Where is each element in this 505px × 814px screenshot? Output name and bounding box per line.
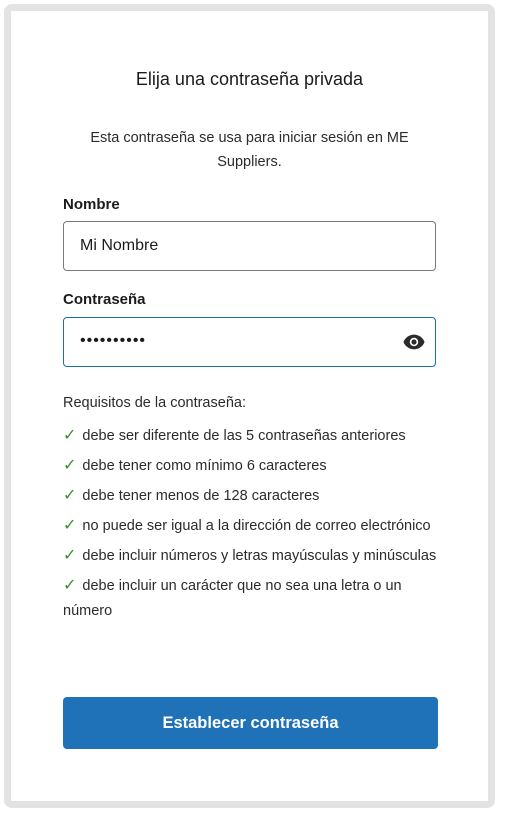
check-icon: ✓ bbox=[63, 517, 77, 534]
requirement-text: no puede ser igual a la dirección de cor… bbox=[82, 518, 431, 534]
password-label: Contraseña bbox=[63, 291, 146, 308]
password-card: Elija una contraseña privada Esta contra… bbox=[11, 11, 488, 801]
set-password-button[interactable]: Establecer contraseña bbox=[63, 697, 438, 749]
requirement-item: ✓ debe incluir números y letras mayúscula… bbox=[63, 543, 443, 569]
requirement-text: debe ser diferente de las 5 contraseñas … bbox=[82, 428, 406, 444]
dialog-frame: Elija una contraseña privada Esta contra… bbox=[4, 4, 495, 808]
page-title: Elija una contraseña privada bbox=[135, 69, 364, 89]
password-masked-value: •••••••••• bbox=[80, 332, 147, 349]
requirement-item: ✓ debe ser diferente de las 5 contraseñas… bbox=[63, 423, 443, 449]
check-icon: ✓ bbox=[63, 547, 77, 564]
requirement-item: ✓ debe tener menos de 128 caracteres bbox=[63, 483, 443, 509]
eye-icon[interactable] bbox=[403, 333, 425, 351]
check-icon: ✓ bbox=[63, 427, 77, 444]
requirement-text: debe incluir números y letras mayúsculas… bbox=[82, 548, 437, 564]
requirements-title: Requisitos de la contraseña: bbox=[63, 395, 246, 411]
requirement-text: debe tener como mínimo 6 caracteres bbox=[82, 458, 327, 474]
password-input[interactable]: •••••••••• bbox=[63, 317, 436, 367]
requirement-text: debe incluir un carácter que no sea una … bbox=[63, 578, 402, 619]
requirement-item: ✓ debe incluir un carácter que no sea una… bbox=[63, 573, 443, 624]
name-input[interactable] bbox=[63, 221, 436, 271]
name-label: Nombre bbox=[63, 196, 120, 213]
requirement-item: ✓ no puede ser igual a la dirección de co… bbox=[63, 513, 443, 539]
requirements-list: ✓ debe ser diferente de las 5 contraseñas… bbox=[63, 423, 443, 628]
check-icon: ✓ bbox=[63, 577, 77, 594]
page-subtitle: Esta contraseña se usa para iniciar sesi… bbox=[90, 130, 409, 170]
requirement-item: ✓ debe tener como mínimo 6 caracteres bbox=[63, 453, 443, 479]
requirement-text: debe tener menos de 128 caracteres bbox=[82, 488, 320, 504]
check-icon: ✓ bbox=[63, 457, 77, 474]
check-icon: ✓ bbox=[63, 487, 77, 504]
